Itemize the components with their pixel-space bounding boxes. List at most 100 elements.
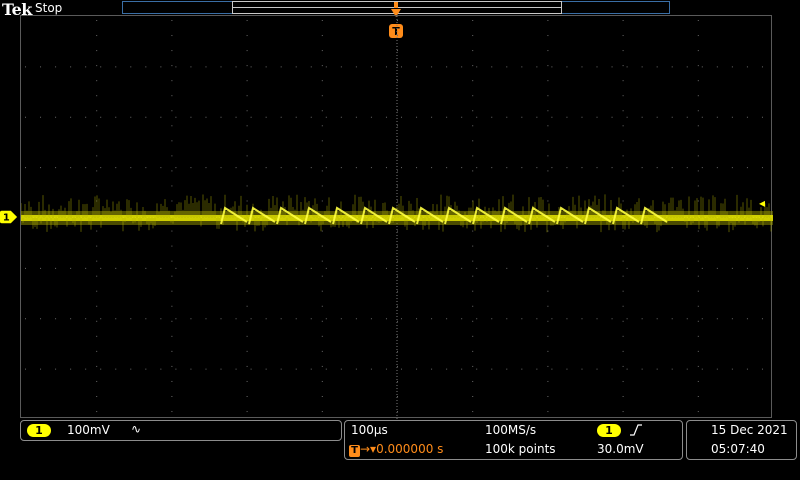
grid-dot [472,140,474,142]
grid-dot [171,335,173,337]
grid-dot [325,318,327,320]
grid-dot [656,116,658,118]
grid-dot [431,368,433,370]
grid-dot [472,365,474,367]
grid-dot [626,66,628,68]
grid-dot [491,116,493,118]
grid-dot [611,167,613,169]
channel1-coupling-icon: ∿ [131,422,142,436]
grid-dot [265,66,267,68]
grid-dot [321,335,323,337]
grid-dot [746,368,748,370]
grid-dot [171,245,173,247]
grid-dot [321,380,323,382]
grid-dot [461,116,463,118]
grid-dot [547,380,549,382]
channel1-ground-marker[interactable]: 1 [0,209,18,225]
grid-dot [295,167,297,169]
grid-dot [96,125,98,127]
grid-dot [626,116,628,118]
grid-dot [622,170,624,172]
grid-dot [397,380,398,382]
grid-dot [472,80,474,82]
grid-dot [295,66,297,68]
grid-dot [731,267,733,269]
channel1-panel[interactable]: 1 100mV ∿ [20,420,342,441]
grid-dot [171,50,173,52]
grid-dot [246,125,248,127]
grid-dot [130,368,132,370]
grid-dot [340,368,342,370]
grid-dot [581,167,583,169]
grid-dot [321,65,323,67]
grid-dot [280,66,282,68]
grid-dot [401,368,402,370]
grid-dot [321,365,323,367]
grid-dot [472,380,474,382]
grid-dot [55,267,57,269]
grid-dot [246,80,248,82]
grid-dot [697,140,699,142]
grid-dot [472,290,474,292]
grid-dot [355,368,357,370]
grid-dot [325,368,327,370]
grid-dot [171,80,173,82]
grid-dot [96,95,98,97]
grid-dot [697,245,699,247]
grid-dot [55,116,57,118]
grid-dot [190,318,192,320]
grid-dot [461,368,463,370]
grid-dot [697,20,699,21]
grid-dot [491,167,493,169]
grid-dot [321,110,323,112]
grid-dot [547,35,549,37]
grid-dot [250,116,252,118]
grid-dot [761,267,763,269]
grid-dot [566,368,568,370]
grid-dot [96,110,98,112]
grid-dot [100,267,102,269]
horizontal-trigger-panel[interactable]: 100µs 100MS/s 100k points T →▾0.000000 s … [344,420,683,460]
grid-dot [171,380,173,382]
grid-dot [397,365,398,367]
grid-dot [401,267,402,269]
datetime-panel[interactable]: 15 Dec 2021 05:07:40 [686,420,797,460]
trigger-level-arrow-icon[interactable]: ◂ [759,196,765,210]
grid-dot [472,335,474,337]
time-readout: 05:07:40 [711,442,765,456]
grid-dot [246,260,248,262]
grid-dot [355,167,357,169]
grid-dot [611,318,613,320]
grid-dot [205,116,207,118]
grid-dot [340,116,342,118]
grid-dot [622,245,624,247]
grid-dot [171,365,173,367]
grid-dot [175,167,177,169]
grid-dot [746,66,748,68]
grid-dot [355,116,357,118]
grid-dot [25,267,26,269]
grid-dot [761,116,763,118]
grid-dot [622,275,624,277]
grid-dot [321,245,323,247]
grid-dot [547,411,549,413]
grid-dot [446,318,448,320]
grid-dot [145,167,147,169]
grid-dot [397,305,398,307]
date-readout: 15 Dec 2021 [711,423,788,437]
grid-dot [40,368,42,370]
grid-dot [596,267,598,269]
grid-dot [697,65,699,67]
grid-dot [547,290,549,292]
grid-dot [397,230,398,232]
grid-dot [310,116,312,118]
grid-dot [70,318,72,320]
grid-dot [697,35,699,37]
grid-dot [547,170,549,172]
grid-dot [547,350,549,352]
grid-dot [397,125,398,127]
grid-dot [686,368,688,370]
grid-dot [96,20,98,21]
waveform-graticule[interactable] [20,15,773,419]
grid-dot [246,290,248,292]
